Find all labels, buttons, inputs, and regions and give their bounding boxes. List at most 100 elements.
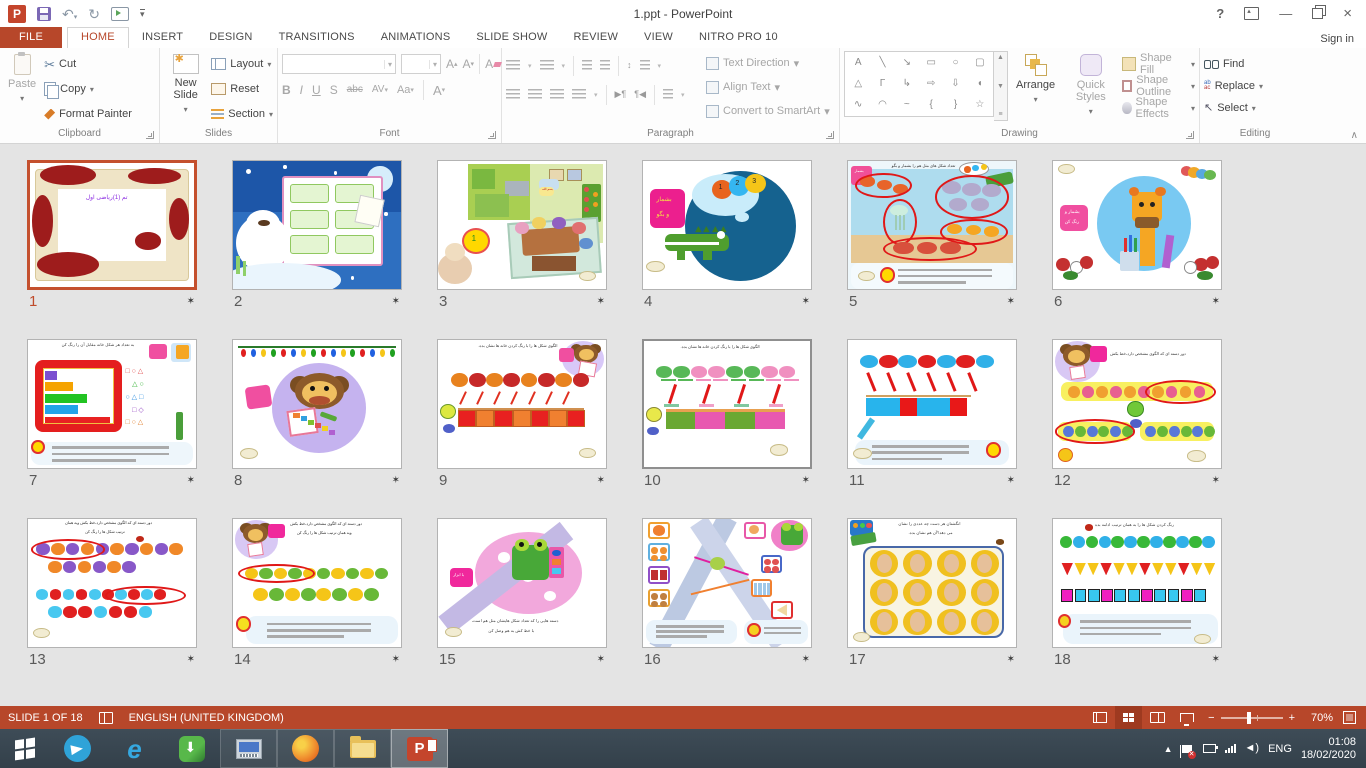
customize-qat-icon[interactable]: ▾ <box>140 9 145 18</box>
shape-glyph-12[interactable]: ∿ <box>854 100 862 110</box>
slide-sorter-view-button[interactable] <box>1115 706 1142 729</box>
slide-thumbnail-6[interactable]: بشمار ورنگ کن <box>1052 160 1222 290</box>
sign-in[interactable]: Sign in <box>1320 33 1354 45</box>
shapes-gallery[interactable]: A╲↘▭○▢△Γ↳⇨⇩◖∿◠~{}☆ <box>844 51 994 117</box>
shape-outline-button[interactable]: Shape Outline▾ <box>1122 75 1195 97</box>
slide-thumbnail-7[interactable]: به تعداد هر شکل خانه مقابل آن را رنگ کن△… <box>27 339 197 469</box>
clock[interactable]: 01:08 18/02/2020 <box>1301 736 1356 762</box>
tab-file[interactable]: FILE <box>0 27 62 48</box>
clear-formatting-button[interactable]: A <box>485 58 501 70</box>
left-to-right-icon[interactable]: ▶¶ <box>615 90 627 99</box>
font-name-select[interactable]: ▾ <box>282 54 396 74</box>
redo-icon[interactable]: ↻ <box>88 7 100 21</box>
tab-transitions[interactable]: TRANSITIONS <box>266 27 368 48</box>
shape-glyph-1[interactable]: ╲ <box>879 58 885 68</box>
slide-thumbnail-9[interactable]: الگوی شکل ها را با رنگ کردن خانه ها نشان… <box>437 339 607 469</box>
layout-button[interactable]: Layout▾ <box>211 53 273 75</box>
taskbar-remote-keyboard[interactable] <box>220 729 277 768</box>
strikethrough-button[interactable]: abc <box>347 85 363 95</box>
reset-button[interactable]: Reset <box>211 78 273 100</box>
paste-button[interactable]: Paste▾ <box>4 51 40 108</box>
shape-glyph-11[interactable]: ◖ <box>977 79 983 89</box>
slide-thumbnail-16[interactable] <box>642 518 812 648</box>
shape-glyph-3[interactable]: ▭ <box>926 58 935 68</box>
align-text-button[interactable]: Align Text▾ <box>706 81 830 94</box>
shape-glyph-2[interactable]: ↘ <box>903 58 911 68</box>
slide-thumbnail-8[interactable] <box>232 339 402 469</box>
align-right-icon[interactable] <box>550 89 564 100</box>
taskbar-powerpoint[interactable]: P <box>391 729 448 768</box>
zoom-slider-thumb[interactable] <box>1247 712 1251 724</box>
slide-thumbnail-12[interactable]: دور دسته ای که الگوی مشخص دارد،خط بکش <box>1052 339 1222 469</box>
close-icon[interactable]: × <box>1343 6 1352 21</box>
tab-design[interactable]: DESIGN <box>196 27 265 48</box>
convert-to-smartart-button[interactable]: Convert to SmartArt▾ <box>706 105 830 118</box>
shrink-font-button[interactable]: A▾ <box>463 58 475 70</box>
quick-styles-button[interactable]: Quick Styles▾ <box>1063 51 1118 121</box>
zoom-level[interactable]: 70% <box>1303 712 1333 724</box>
shape-glyph-16[interactable]: } <box>954 100 957 110</box>
copy-button[interactable]: Copy▾ <box>44 78 132 100</box>
tray-expand-icon[interactable]: ▲ <box>1164 744 1173 754</box>
text-direction-button[interactable]: Text Direction▾ <box>706 57 830 70</box>
slide-thumbnail-14[interactable]: دور دسته ای که الگوی مشخص دارد،خط بکشوبه… <box>232 518 402 648</box>
line-spacing-icon[interactable]: ↕ <box>627 61 632 70</box>
fit-to-window-icon[interactable] <box>1343 711 1356 724</box>
tab-home[interactable]: HOME <box>67 27 129 48</box>
character-spacing-button[interactable]: AV▾ <box>372 85 388 95</box>
network-signal-icon[interactable] <box>1225 744 1236 753</box>
shape-glyph-5[interactable]: ▢ <box>975 58 984 68</box>
slide-thumbnail-5[interactable]: تعداد شکل های مثل هم را بشمار و بگوبشمار <box>847 160 1017 290</box>
replace-button[interactable]: abac Replace▾ <box>1204 75 1263 97</box>
language-status[interactable]: ENGLISH (UNITED KINGDOM) <box>129 712 284 724</box>
normal-view-button[interactable] <box>1086 706 1113 729</box>
bullets-icon[interactable] <box>506 60 520 71</box>
decrease-indent-icon[interactable] <box>582 60 592 71</box>
slide-thumbnail-3[interactable]: 1بسم الله <box>437 160 607 290</box>
section-button[interactable]: Section▾ <box>211 103 273 125</box>
taskbar-idm[interactable] <box>163 729 220 768</box>
volume-icon[interactable]: ◄) <box>1245 743 1260 754</box>
align-center-icon[interactable] <box>528 89 542 100</box>
cut-button[interactable]: ✂ Cut <box>44 53 132 75</box>
slide-count-status[interactable]: SLIDE 1 OF 18 <box>8 712 83 724</box>
tab-view[interactable]: VIEW <box>631 27 686 48</box>
arrange-button[interactable]: Arrange▾ <box>1012 51 1059 109</box>
change-case-button[interactable]: Aa▾ <box>397 85 414 96</box>
shapes-gallery-scrollbar[interactable]: ▲▼≡ <box>994 51 1008 121</box>
slide-show-button[interactable] <box>1173 706 1200 729</box>
shape-glyph-4[interactable]: ○ <box>952 58 958 68</box>
select-button[interactable]: ↖ Select▾ <box>1204 97 1263 119</box>
numbering-icon[interactable] <box>540 60 554 71</box>
zoom-in-button[interactable]: + <box>1289 712 1295 724</box>
find-button[interactable]: Find <box>1204 53 1263 75</box>
shape-glyph-15[interactable]: { <box>929 100 932 110</box>
shape-effects-button[interactable]: Shape Effects▾ <box>1122 97 1195 119</box>
shape-glyph-13[interactable]: ◠ <box>878 100 887 110</box>
collapse-ribbon-icon[interactable]: ∧ <box>1351 130 1358 141</box>
spell-check-icon[interactable] <box>99 712 113 724</box>
zoom-out-button[interactable]: − <box>1208 712 1214 724</box>
shape-glyph-17[interactable]: ☆ <box>975 100 984 110</box>
shape-glyph-10[interactable]: ⇩ <box>951 79 959 89</box>
taskbar-firefox[interactable] <box>277 729 334 768</box>
taskbar-file-explorer[interactable] <box>334 729 391 768</box>
shape-fill-button[interactable]: Shape Fill▾ <box>1122 53 1195 75</box>
zoom-slider[interactable] <box>1221 717 1283 719</box>
start-from-beginning-icon[interactable] <box>111 7 129 21</box>
tab-nitro-pro-10[interactable]: NITRO PRO 10 <box>686 27 791 48</box>
slide-thumbnail-10[interactable]: الگوی شکل ها را با رنگ کردن خانه ها نشان… <box>642 339 812 469</box>
drawing-dialog-launcher[interactable] <box>1186 131 1194 139</box>
slide-thumbnail-1[interactable]: تم (1)ریاضی اول <box>27 160 197 290</box>
shape-glyph-7[interactable]: Γ <box>880 79 886 89</box>
font-size-select[interactable]: ▾ <box>401 54 441 74</box>
shape-glyph-9[interactable]: ⇨ <box>927 79 935 89</box>
underline-button[interactable]: U <box>312 84 321 96</box>
slide-thumbnail-18[interactable]: رنگ کردن شکل ها را به همان ترتیب ادامه ب… <box>1052 518 1222 648</box>
grow-font-button[interactable]: A▴ <box>446 58 458 70</box>
ribbon-display-options-icon[interactable] <box>1244 7 1259 20</box>
shape-glyph-6[interactable]: △ <box>854 79 862 89</box>
font-dialog-launcher[interactable] <box>488 131 496 139</box>
reading-view-button[interactable] <box>1144 706 1171 729</box>
columns-icon[interactable] <box>663 89 673 100</box>
